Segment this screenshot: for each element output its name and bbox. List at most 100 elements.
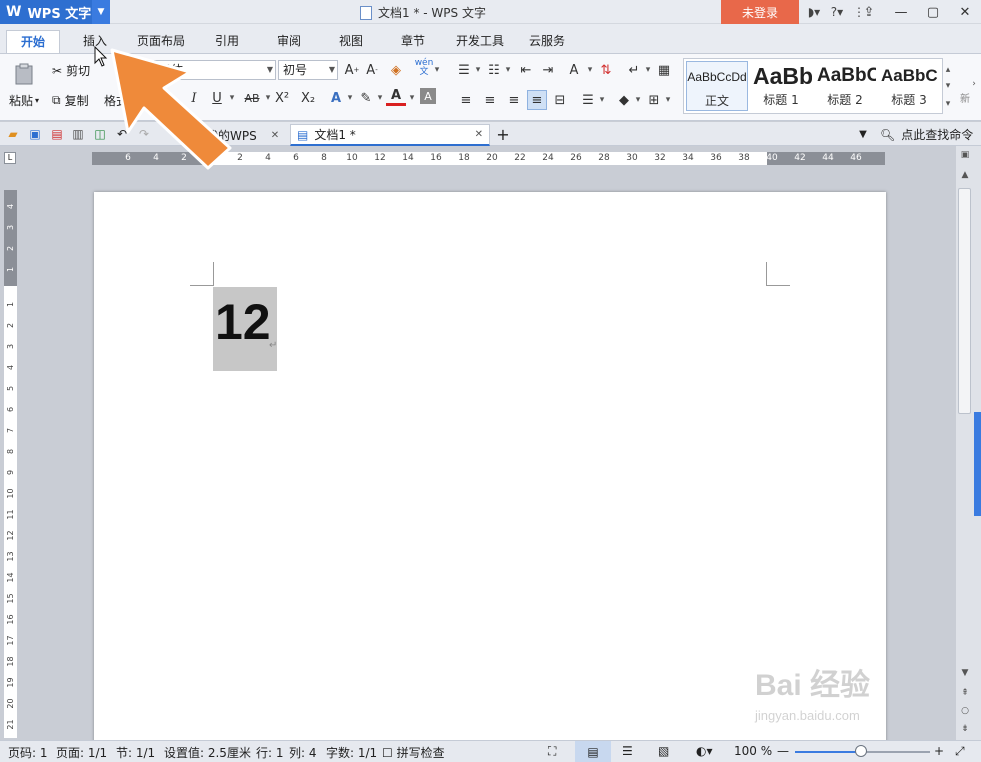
web-view-icon[interactable]: ▧ bbox=[658, 744, 669, 758]
align-left-icon[interactable]: ≡ bbox=[456, 90, 476, 110]
selected-text[interactable]: 12 bbox=[213, 287, 277, 371]
new-style-label[interactable]: 新 bbox=[960, 90, 970, 105]
tab-references[interactable]: 引用 bbox=[205, 30, 249, 54]
zoom-in-icon[interactable]: + bbox=[934, 744, 944, 758]
style-heading-1[interactable]: AaBb 标题 1 bbox=[750, 61, 812, 111]
borders-icon[interactable]: ⊞ bbox=[644, 90, 664, 110]
increase-indent-icon[interactable]: ⇥ bbox=[538, 60, 558, 80]
scroll-up-arrow-icon[interactable]: ▲ bbox=[957, 168, 973, 182]
line-spacing-icon[interactable]: ☰ bbox=[578, 90, 598, 110]
align-right-icon[interactable]: ≡ bbox=[504, 90, 524, 110]
distribute-icon[interactable]: ⊟ bbox=[550, 90, 570, 110]
style-heading-3[interactable]: AaBbC 标题 3 bbox=[878, 61, 940, 111]
login-button[interactable]: 未登录 bbox=[721, 0, 799, 24]
style-heading-2[interactable]: AaBbC 标题 2 bbox=[814, 61, 876, 111]
upload-icon[interactable]: ⇪ bbox=[853, 0, 885, 24]
zoom-slider-thumb[interactable] bbox=[855, 745, 868, 757]
chevron-down-icon[interactable]: ▾ bbox=[664, 90, 672, 110]
para-mark-icon[interactable]: ↵ bbox=[624, 60, 644, 80]
tab-page-layout[interactable]: 页面布局 bbox=[130, 30, 192, 54]
text-effect-icon[interactable]: A bbox=[326, 88, 346, 108]
chevron-down-icon[interactable]: ▼ bbox=[166, 126, 182, 142]
char-shading-icon[interactable]: A bbox=[420, 88, 436, 104]
doc-tab-document1[interactable]: ▤ 文档1 * ✕ bbox=[290, 124, 490, 146]
print-preview-icon[interactable]: ◫ bbox=[92, 126, 108, 142]
numbered-list-icon[interactable]: ☷ bbox=[484, 60, 504, 80]
expand-icon[interactable]: ▾ bbox=[944, 94, 952, 114]
chevron-down-icon[interactable]: ▾ bbox=[376, 88, 384, 108]
maximize-icon[interactable]: ▢ bbox=[917, 0, 949, 24]
fit-window-icon[interactable]: ⤢ bbox=[955, 744, 965, 759]
new-tab-button[interactable]: + bbox=[495, 125, 511, 144]
clear-format-icon[interactable]: ◈ bbox=[386, 60, 406, 80]
change-case-icon[interactable]: A bbox=[564, 60, 584, 80]
zoom-out-icon[interactable]: — bbox=[777, 744, 789, 758]
view-split-icon[interactable]: ▣ bbox=[957, 148, 973, 162]
chevron-down-icon[interactable]: ▾ bbox=[433, 60, 441, 80]
save-icon[interactable]: ▣ bbox=[27, 126, 43, 142]
chevron-down-icon[interactable]: ▾ bbox=[408, 88, 416, 108]
paste-button[interactable]: 粘贴 ▾ bbox=[9, 92, 39, 109]
tab-section[interactable]: 章节 bbox=[391, 30, 435, 54]
prev-page-icon[interactable]: ⇞ bbox=[957, 686, 973, 700]
tab-home[interactable]: 开始 bbox=[6, 30, 60, 54]
superscript-button[interactable]: X² bbox=[272, 88, 292, 108]
find-command-search[interactable]: 🔍︎ 点此查找命令 bbox=[880, 126, 973, 143]
tab-view[interactable]: 视图 bbox=[329, 30, 373, 54]
select-browse-icon[interactable]: ○ bbox=[957, 704, 973, 718]
format-painter-button[interactable]: 格式刷 bbox=[104, 92, 140, 109]
close-icon[interactable]: ✕ bbox=[949, 0, 981, 24]
table-icon[interactable]: ▦ bbox=[654, 60, 674, 80]
undo-icon[interactable]: ↶ bbox=[114, 126, 130, 142]
collapse-ribbon-icon[interactable]: ▼ bbox=[855, 126, 871, 142]
decrease-indent-icon[interactable]: ⇤ bbox=[516, 60, 536, 80]
next-page-icon[interactable]: ⇟ bbox=[957, 722, 973, 736]
chevron-down-icon[interactable]: ▾ bbox=[346, 88, 354, 108]
bullet-list-icon[interactable]: ☰ bbox=[454, 60, 474, 80]
app-menu-button[interactable]: W WPS 文字 ▼ bbox=[0, 0, 110, 24]
task-pane-toggle[interactable] bbox=[974, 412, 981, 516]
chevron-down-icon[interactable]: ▾ bbox=[228, 88, 236, 108]
highlight-icon[interactable]: ✎ bbox=[356, 88, 376, 108]
tab-review[interactable]: 审阅 bbox=[267, 30, 311, 54]
chevron-down-icon[interactable]: ▾ bbox=[634, 90, 642, 110]
font-color-button[interactable]: A bbox=[386, 88, 406, 106]
vertical-ruler[interactable]: 4 3 2 1 1 2 3 4 5 6 7 8 9 10 11 12 13 14 15 16 17 18 19 20 21 bbox=[4, 190, 17, 738]
scroll-down-icon[interactable]: ▾ bbox=[944, 76, 952, 96]
chevron-down-icon[interactable]: ▾ bbox=[504, 60, 512, 80]
chevron-down-icon[interactable]: ▾ bbox=[598, 90, 606, 110]
chevron-down-icon[interactable]: ▼ bbox=[92, 0, 110, 24]
font-name-select[interactable]: 黑体 ▼ bbox=[154, 60, 276, 80]
copy-button[interactable]: ⧉ 复制 bbox=[52, 92, 89, 109]
close-icon[interactable]: ✕ bbox=[475, 129, 483, 140]
paste-icon[interactable] bbox=[13, 62, 37, 86]
scrollbar-thumb[interactable] bbox=[958, 188, 971, 414]
shrink-font-icon[interactable]: A- bbox=[362, 60, 382, 80]
font-size-select[interactable]: 初号 ▼ bbox=[278, 60, 338, 80]
italic-button[interactable]: I bbox=[184, 88, 204, 108]
strikethrough-button[interactable]: AB bbox=[240, 88, 264, 108]
subscript-button[interactable]: X₂ bbox=[298, 88, 318, 108]
page-view-icon[interactable]: ▤ bbox=[575, 741, 611, 762]
chevron-down-icon[interactable]: ▾ bbox=[644, 60, 652, 80]
style-normal[interactable]: AaBbCcDd 正文 bbox=[686, 61, 748, 111]
chevron-down-icon[interactable]: ▾ bbox=[474, 60, 482, 80]
outline-view-icon[interactable]: ☰ bbox=[622, 744, 633, 758]
chevron-down-icon[interactable]: ▾ bbox=[264, 88, 272, 108]
zoom-level[interactable]: 100 % bbox=[734, 744, 772, 758]
tab-stop-selector[interactable]: L bbox=[4, 152, 16, 164]
sort-icon[interactable]: ⇅ bbox=[596, 60, 616, 80]
chevron-down-icon[interactable]: ▾ bbox=[586, 60, 594, 80]
doc-tab-my-wps[interactable]: 我的WPS ✕ bbox=[200, 124, 285, 146]
skin-icon[interactable]: ◗▾ bbox=[803, 2, 825, 22]
align-center-icon[interactable]: ≡ bbox=[480, 90, 500, 110]
fullscreen-view-icon[interactable]: ⛶ bbox=[548, 744, 556, 759]
close-icon[interactable]: ✕ bbox=[271, 130, 279, 141]
cut-button[interactable]: ✂ 剪切 bbox=[52, 62, 90, 79]
minimize-icon[interactable]: — bbox=[885, 0, 917, 24]
scroll-down-arrow-icon[interactable]: ▼ bbox=[957, 666, 973, 680]
export-pdf-icon[interactable]: ▤ bbox=[49, 126, 65, 142]
status-word-count[interactable]: 字数: 1/1 bbox=[326, 744, 377, 761]
eye-protect-icon[interactable]: ◐▾ bbox=[696, 744, 713, 758]
spell-check-toggle[interactable]: ☐ 拼写检查 bbox=[382, 744, 445, 761]
